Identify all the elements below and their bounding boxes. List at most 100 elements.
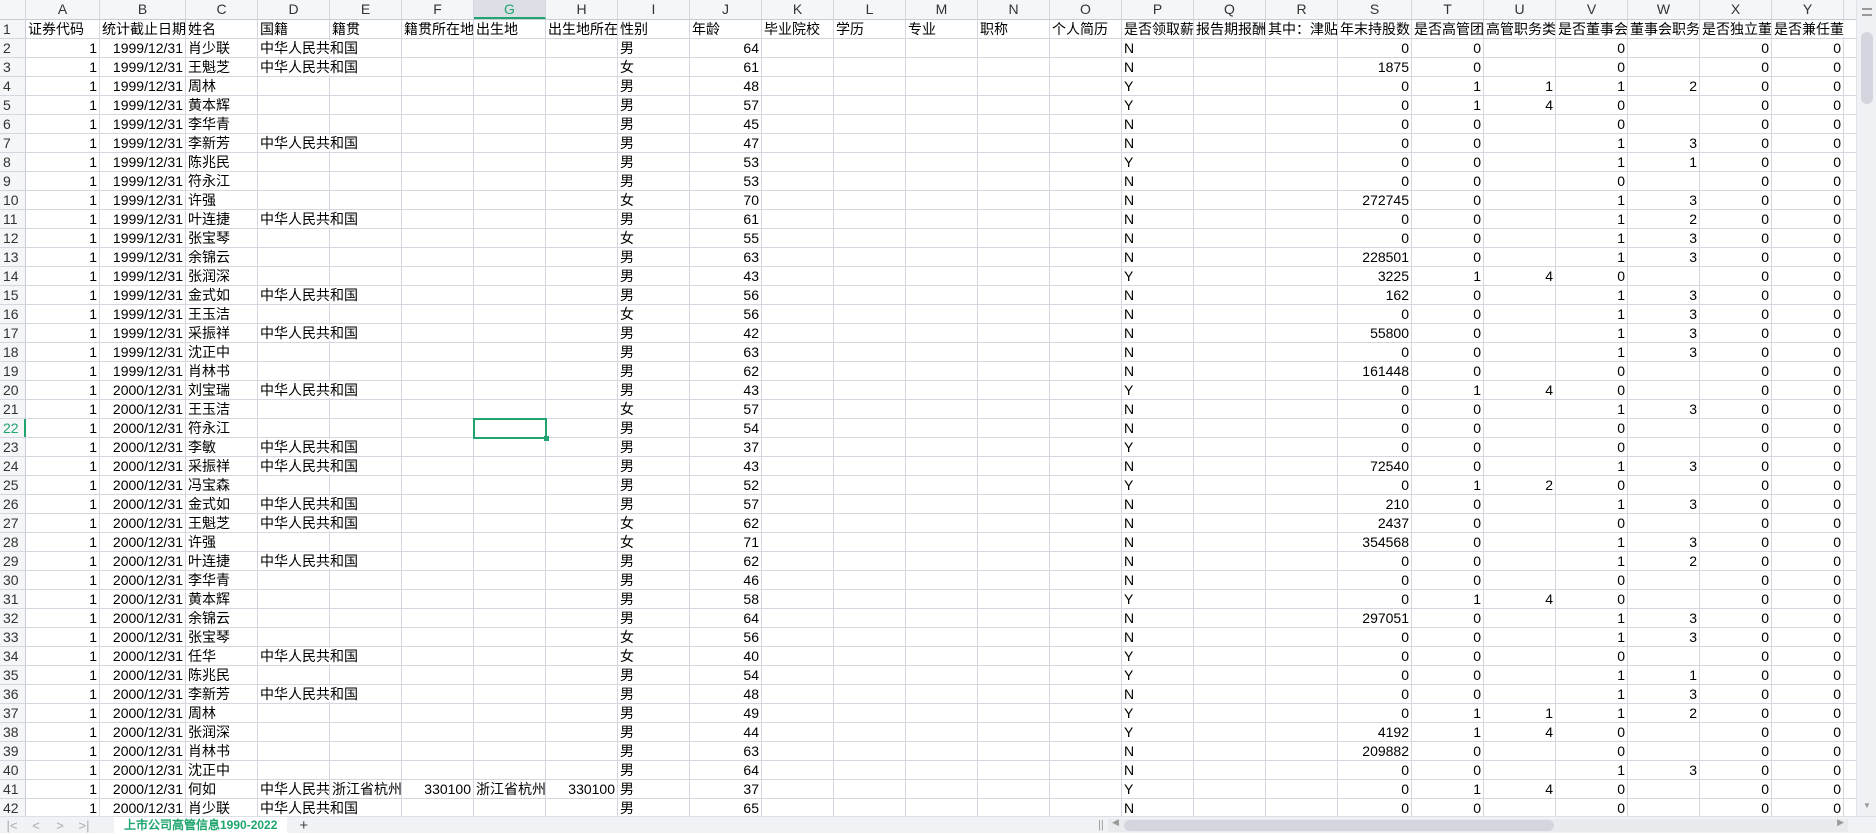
cell-A31[interactable]: 1 xyxy=(26,590,100,608)
cell-C27[interactable]: 王魁芝 xyxy=(186,514,258,532)
cell-O2[interactable] xyxy=(1050,39,1122,57)
cell-K18[interactable] xyxy=(762,343,834,361)
cell-M9[interactable] xyxy=(906,172,978,190)
cell-A42[interactable]: 1 xyxy=(26,799,100,816)
cell-D4[interactable] xyxy=(258,77,330,95)
cell-T29[interactable]: 0 xyxy=(1412,552,1484,570)
cell-W15[interactable]: 3 xyxy=(1628,286,1700,304)
cell-W39[interactable] xyxy=(1628,742,1700,760)
first-sheet-button[interactable]: |< xyxy=(0,818,24,833)
cell-W21[interactable]: 3 xyxy=(1628,400,1700,418)
cell-D14[interactable] xyxy=(258,267,330,285)
cell-J34[interactable]: 40 xyxy=(690,647,762,665)
cell-L27[interactable] xyxy=(834,514,906,532)
cell-X38[interactable]: 0 xyxy=(1700,723,1772,741)
cell-O16[interactable] xyxy=(1050,305,1122,323)
cell-O5[interactable] xyxy=(1050,96,1122,114)
cell-J20[interactable]: 43 xyxy=(690,381,762,399)
cell-P13[interactable]: N xyxy=(1122,248,1194,266)
cell-G21[interactable] xyxy=(474,400,546,418)
cell-F41[interactable]: 330100 xyxy=(402,780,474,798)
cell-G28[interactable] xyxy=(474,533,546,551)
cell-V28[interactable]: 1 xyxy=(1556,533,1628,551)
cell-Y39[interactable]: 0 xyxy=(1772,742,1844,760)
cell-S6[interactable]: 0 xyxy=(1338,115,1412,133)
cell-O7[interactable] xyxy=(1050,134,1122,152)
cell-V36[interactable]: 1 xyxy=(1556,685,1628,703)
cell-D36[interactable]: 中华人民共和国 xyxy=(258,685,358,703)
cell-U22[interactable] xyxy=(1484,419,1556,437)
cell-V10[interactable]: 1 xyxy=(1556,191,1628,209)
cell-X36[interactable]: 0 xyxy=(1700,685,1772,703)
cell-L23[interactable] xyxy=(834,438,906,456)
cell-X14[interactable]: 0 xyxy=(1700,267,1772,285)
cell-A10[interactable]: 1 xyxy=(26,191,100,209)
cell-W18[interactable]: 3 xyxy=(1628,343,1700,361)
cell-Y14[interactable]: 0 xyxy=(1772,267,1844,285)
cell-B17[interactable]: 1999/12/31 xyxy=(100,324,186,342)
cell-Q2[interactable] xyxy=(1194,39,1266,57)
cell-C6[interactable]: 李华青 xyxy=(186,115,258,133)
cell-U39[interactable] xyxy=(1484,742,1556,760)
cell-H19[interactable] xyxy=(546,362,618,380)
cell-D33[interactable] xyxy=(258,628,330,646)
cell-S35[interactable]: 0 xyxy=(1338,666,1412,684)
cell-S40[interactable]: 0 xyxy=(1338,761,1412,779)
cell-M26[interactable] xyxy=(906,495,978,513)
row-number[interactable]: 35 xyxy=(0,666,26,684)
cell-S21[interactable]: 0 xyxy=(1338,400,1412,418)
cell-E32[interactable] xyxy=(330,609,402,627)
cell-O26[interactable] xyxy=(1050,495,1122,513)
column-header-U[interactable]: U xyxy=(1484,0,1556,19)
cell-H5[interactable] xyxy=(546,96,618,114)
cell-T13[interactable]: 0 xyxy=(1412,248,1484,266)
cell-M21[interactable] xyxy=(906,400,978,418)
cell-V3[interactable]: 0 xyxy=(1556,58,1628,76)
cell-V2[interactable]: 0 xyxy=(1556,39,1628,57)
cell-P38[interactable]: Y xyxy=(1122,723,1194,741)
cell-L33[interactable] xyxy=(834,628,906,646)
cell-N41[interactable] xyxy=(978,780,1050,798)
cell-S24[interactable]: 72540 xyxy=(1338,457,1412,475)
cell-W5[interactable] xyxy=(1628,96,1700,114)
cell-E21[interactable] xyxy=(330,400,402,418)
cell-R30[interactable] xyxy=(1266,571,1338,589)
cell-G14[interactable] xyxy=(474,267,546,285)
cell-R6[interactable] xyxy=(1266,115,1338,133)
cell-S30[interactable]: 0 xyxy=(1338,571,1412,589)
cell-D18[interactable] xyxy=(258,343,330,361)
cell-C12[interactable]: 张宝琴 xyxy=(186,229,258,247)
cell-V7[interactable]: 1 xyxy=(1556,134,1628,152)
cell-U12[interactable] xyxy=(1484,229,1556,247)
cell-U38[interactable]: 4 xyxy=(1484,723,1556,741)
cell-M10[interactable] xyxy=(906,191,978,209)
cell-W40[interactable]: 3 xyxy=(1628,761,1700,779)
cell-L2[interactable] xyxy=(834,39,906,57)
cell-U15[interactable] xyxy=(1484,286,1556,304)
cell-I37[interactable]: 男 xyxy=(618,704,690,722)
cell-W14[interactable] xyxy=(1628,267,1700,285)
cell-X21[interactable]: 0 xyxy=(1700,400,1772,418)
cell-X42[interactable]: 0 xyxy=(1700,799,1772,816)
cell-Q20[interactable] xyxy=(1194,381,1266,399)
cell-B1[interactable]: 统计截止日期 xyxy=(100,20,186,38)
cell-I40[interactable]: 男 xyxy=(618,761,690,779)
cell-L15[interactable] xyxy=(834,286,906,304)
cell-W12[interactable]: 3 xyxy=(1628,229,1700,247)
cell-A34[interactable]: 1 xyxy=(26,647,100,665)
row-number[interactable]: 27 xyxy=(0,514,26,532)
next-sheet-button[interactable]: > xyxy=(48,818,72,833)
cell-X5[interactable]: 0 xyxy=(1700,96,1772,114)
cell-H6[interactable] xyxy=(546,115,618,133)
cell-N13[interactable] xyxy=(978,248,1050,266)
cell-X15[interactable]: 0 xyxy=(1700,286,1772,304)
cell-L19[interactable] xyxy=(834,362,906,380)
cell-H8[interactable] xyxy=(546,153,618,171)
cell-F17[interactable] xyxy=(402,324,474,342)
cell-T37[interactable]: 1 xyxy=(1412,704,1484,722)
cell-P28[interactable]: N xyxy=(1122,533,1194,551)
cell-A12[interactable]: 1 xyxy=(26,229,100,247)
cell-P1[interactable]: 是否领取薪 xyxy=(1122,20,1194,38)
cell-W9[interactable] xyxy=(1628,172,1700,190)
cell-T30[interactable]: 0 xyxy=(1412,571,1484,589)
